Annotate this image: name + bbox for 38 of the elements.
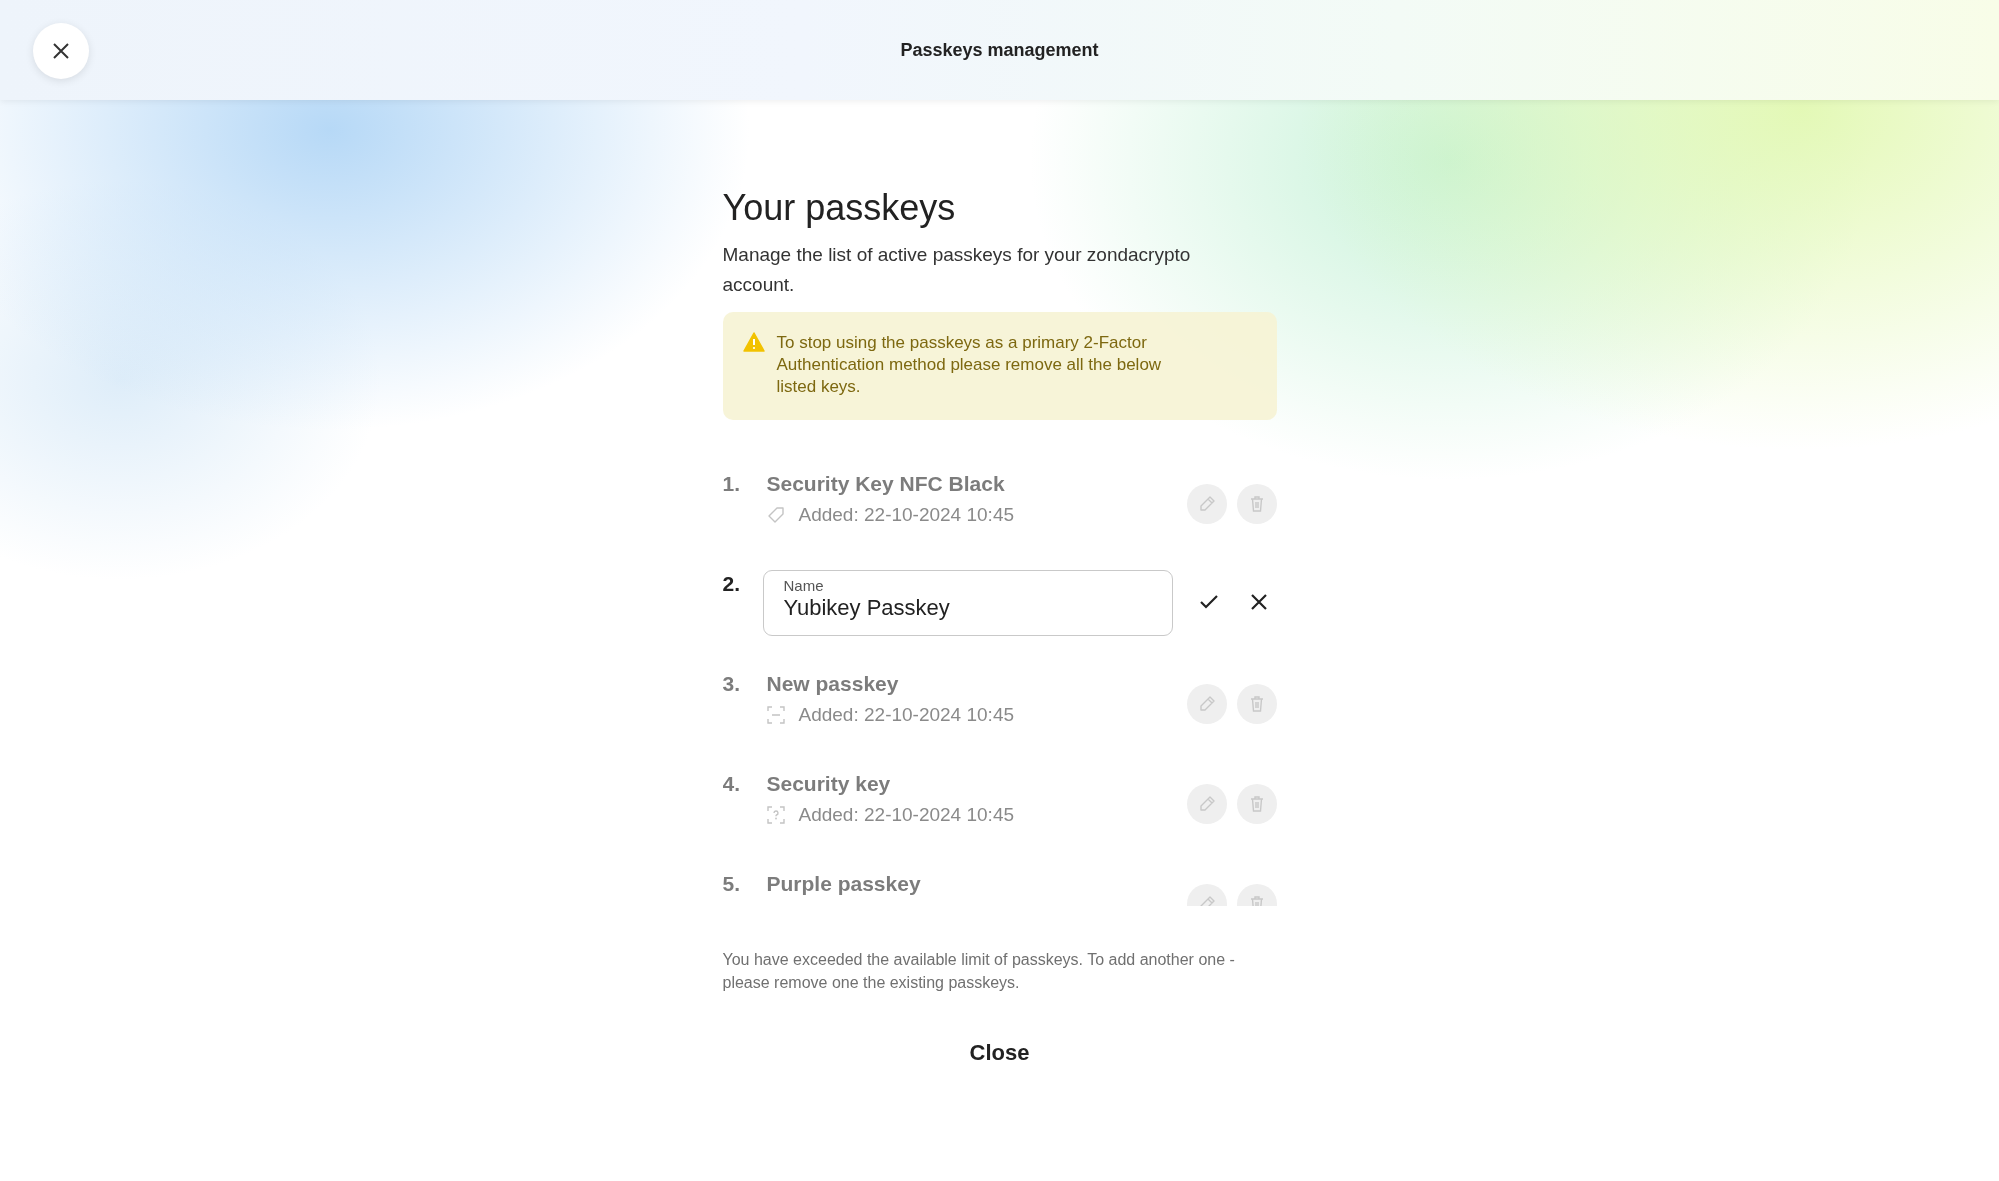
pencil-icon (1197, 495, 1216, 513)
close-dialog-button[interactable]: Close (957, 1034, 1042, 1072)
edit-button[interactable] (1186, 784, 1227, 824)
pencil-icon (1197, 795, 1216, 813)
scan-frame-icon (766, 706, 785, 724)
warning-text: To stop using the passkeys as a primary 2-Factor Authentication method please remove all the below listed keys. (776, 332, 1163, 398)
item-number: 5. (722, 871, 741, 897)
field-value: Yubikey Passkey (783, 595, 951, 621)
added-date: Added: 22-10-2024 10:45 (798, 704, 1014, 726)
passkey-name: Security key (766, 771, 892, 797)
close-icon (1249, 593, 1268, 611)
check-icon (1198, 594, 1219, 610)
item-number: 1. (722, 471, 741, 497)
item-number: 4. (722, 771, 741, 797)
close-button[interactable] (33, 23, 89, 79)
edit-button[interactable] (1186, 684, 1227, 724)
added-date: Added: 22-10-2024 10:45 (798, 804, 1014, 826)
delete-button[interactable] (1236, 684, 1277, 724)
delete-button[interactable] (1236, 484, 1277, 524)
edit-button[interactable] (1186, 484, 1227, 524)
page-title: Passkeys management (900, 39, 1099, 61)
scan-question-icon (766, 806, 785, 824)
close-icon (52, 42, 70, 60)
warning-icon (742, 332, 765, 352)
pencil-icon (1197, 695, 1216, 713)
description-text: Manage the list of active passkeys for your zondacrypto account. (722, 243, 1192, 297)
delete-button[interactable] (1236, 784, 1277, 824)
added-date: Added: 22-10-2024 10:45 (798, 504, 1014, 526)
passkey-name: Purple passkey (766, 871, 922, 897)
limit-note: You have exceeded the available limit of passkeys. To add another one - please remove one the existing passkeys. (722, 950, 1236, 993)
item-number: 2. (722, 571, 741, 597)
section-heading: Your passkeys (722, 186, 957, 230)
field-label: Name (783, 577, 825, 594)
tag-icon (766, 506, 785, 524)
name-field[interactable]: Name Yubikey Passkey (762, 570, 1173, 636)
item-number: 3. (722, 671, 741, 697)
passkey-name: Security Key NFC Black (766, 471, 1006, 497)
passkey-name: New passkey (766, 671, 900, 697)
